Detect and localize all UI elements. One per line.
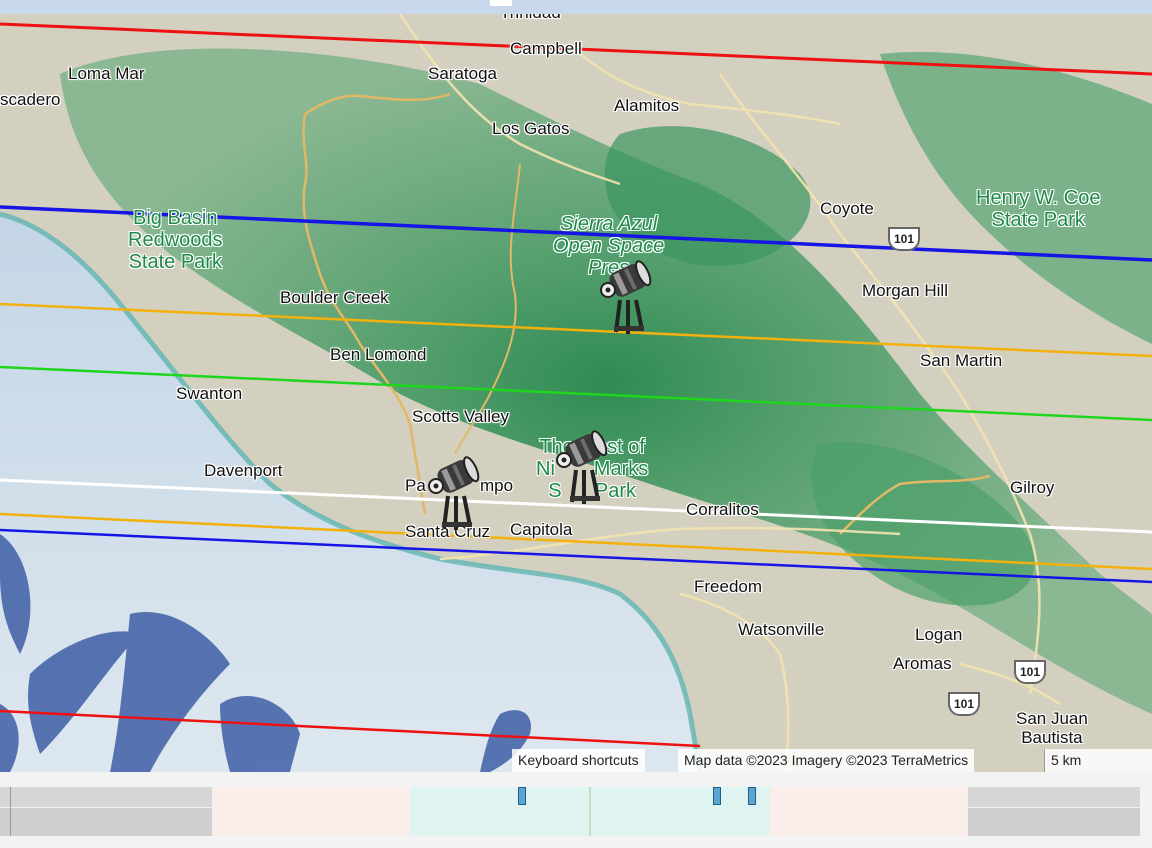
telescope-icon[interactable] [554,428,614,508]
park-label-henry-coe: Henry W. Coe State Park [976,187,1101,231]
place-label-freedom: Freedom [694,577,763,596]
map-view[interactable]: Trinidad Campbell Loma Mar scadero Sarat… [0,14,1152,772]
place-label-loma-mar: Loma Mar [68,64,145,83]
place-label-gilroy: Gilroy [1010,478,1055,497]
toolbar-chip[interactable] [490,0,512,6]
place-label-alamitos: Alamitos [614,96,680,115]
place-label-aromas: Aromas [893,654,952,673]
map-scale-label: 5 km [1051,752,1082,768]
place-label-watsonville: Watsonville [738,620,825,639]
place-label-boulder-creek: Boulder Creek [280,288,389,307]
timeline-event-marker[interactable] [518,787,526,805]
place-label-trinidad: Trinidad [500,14,561,23]
keyboard-shortcuts-link[interactable]: Keyboard shortcuts [512,749,645,772]
place-label-saratoga: Saratoga [428,64,497,83]
map-attribution: Map data ©2023 Imagery ©2023 TerraMetric… [678,749,975,772]
telescope-icon[interactable] [598,258,658,338]
place-label-davenport: Davenport [204,461,283,480]
timeline-cursor[interactable] [589,787,591,836]
place-label-corralitos: Corralitos [686,500,759,519]
highway-shield: 101 [888,227,920,251]
place-label-los-gatos: Los Gatos [492,119,570,138]
place-label-coyote: Coyote [820,199,874,218]
telescope-icon[interactable] [426,454,486,534]
timeline-panel[interactable] [0,772,1152,848]
map-scale: 5 km [1044,749,1152,772]
park-label-big-basin: Big Basin Redwoods State Park [128,207,223,273]
timeline-range-band [770,787,968,836]
place-label-scotts-valley: Scotts Valley [412,407,510,426]
place-label-campbell: Campbell [510,39,582,58]
place-label-pescadero: scadero [0,90,61,109]
timeline-range-band [212,787,410,836]
timeline-event-marker[interactable] [713,787,721,805]
highway-shield: 101 [948,692,980,716]
timeline-event-marker[interactable] [748,787,756,805]
place-label-morgan-hill: Morgan Hill [862,281,948,300]
place-label-capitola: Capitola [510,520,573,539]
top-toolbar-strip [0,0,1152,14]
place-label-paradise-park: Pa [405,476,426,495]
place-label-logan: Logan [915,625,963,644]
highway-shield: 101 [1014,660,1046,684]
place-label-swanton: Swanton [176,384,243,403]
place-label-ben-lomond: Ben Lomond [330,345,427,364]
map-terrain [0,14,1152,772]
place-label-san-juan-bautista: San Juan Bautista [1016,709,1088,747]
place-label-san-martin: San Martin [920,351,1003,370]
timeline-divider [10,787,11,836]
